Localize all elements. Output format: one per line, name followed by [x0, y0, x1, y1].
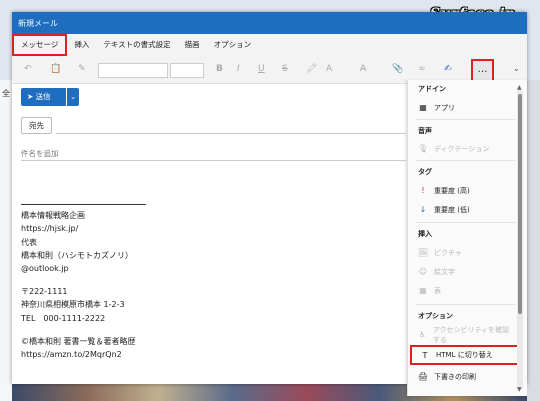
menu-scrollbar-thumb[interactable]	[518, 94, 522, 314]
menu-divider	[416, 160, 516, 161]
ribbon-tabs: メッセージ 挿入 テキストの書式設定 描画 オプション	[12, 34, 527, 56]
signature-role: 代表	[21, 238, 37, 247]
signature-company: 橋本情報戦略企画	[21, 211, 85, 220]
menu-item-label: 絵文字	[434, 267, 455, 276]
new-mail-window: 新規メール メッセージ 挿入 テキストの書式設定 描画 オプション ↶ 📋 ✎ …	[12, 12, 527, 396]
picture-icon: 🖼	[417, 248, 429, 257]
menu-item-picture[interactable]: 🖼 ピクチャ	[416, 245, 516, 260]
paste-icon[interactable]: 📋	[50, 64, 61, 74]
apps-icon: ▦	[419, 103, 427, 112]
menu-heading-insert: 挿入	[418, 230, 432, 238]
font-color-icon[interactable]: A	[326, 64, 332, 74]
subject-field-line	[21, 160, 406, 161]
menu-heading-voice: 音声	[418, 127, 432, 135]
menu-item-label: ピクチャ	[434, 248, 462, 257]
scroll-down-icon[interactable]: ▼	[517, 386, 522, 393]
link-icon[interactable]: ∞	[418, 64, 426, 74]
accessibility-icon: ♿	[418, 330, 427, 339]
menu-divider	[416, 119, 516, 120]
font-size-select[interactable]	[170, 63, 204, 78]
highlight-icon[interactable]: 🖍	[306, 64, 317, 74]
printer-icon: 🖨	[417, 372, 429, 381]
signature-name: 橋本和則（ハシモトカズノリ）	[21, 251, 133, 260]
text-format-icon: T	[422, 350, 428, 360]
menu-item-dictation[interactable]: 🎙 ディクテーション	[416, 141, 516, 156]
background-app-edge: 全	[0, 80, 12, 401]
menu-item-label: 重要度 (高)	[434, 186, 470, 195]
menu-item-importance-high[interactable]: ! 重要度 (高)	[416, 183, 516, 198]
signature-amazon-url: https://amzn.to/2MqrQn2	[21, 350, 122, 359]
menu-item-print-draft[interactable]: 🖨 下書きの印刷	[416, 369, 516, 384]
signature-postal: 〒222-1111	[21, 287, 68, 296]
tab-message[interactable]: メッセージ	[12, 34, 68, 56]
tab-options[interactable]: オプション	[207, 34, 259, 56]
italic-icon[interactable]: I	[237, 64, 240, 74]
menu-item-accessibility[interactable]: ♿ アクセシビリティを確認する	[416, 325, 516, 344]
send-label: 送信	[35, 92, 51, 101]
more-options-menu: アドイン ▦ アプリ 音声 🎙 ディクテーション タグ ! 重要度 (高) ↓ 重要度 …	[407, 80, 527, 396]
tab-text-format[interactable]: テキストの書式設定	[96, 34, 177, 56]
menu-divider	[416, 304, 516, 305]
microphone-icon: 🎙	[417, 144, 429, 153]
menu-heading-tags: タグ	[418, 168, 432, 176]
menu-heading-options: オプション	[418, 312, 453, 320]
menu-item-label: 表	[434, 286, 441, 295]
signature-url: https://hjsk.jp/	[21, 224, 79, 233]
down-arrow-icon: ↓	[419, 205, 427, 214]
menu-item-table[interactable]: ▦ 表	[416, 283, 516, 298]
font-name-select[interactable]	[98, 63, 168, 78]
menu-item-label: ディクテーション	[434, 144, 490, 153]
styles-icon[interactable]: A̶	[360, 64, 366, 74]
menu-item-switch-to-html[interactable]: T HTML に切り替え	[410, 345, 521, 365]
strikethrough-icon[interactable]: S	[282, 64, 288, 74]
underline-icon[interactable]: U	[258, 64, 265, 74]
menu-item-label: アクセシビリティを確認する	[432, 325, 510, 344]
bold-icon[interactable]: B	[216, 64, 223, 74]
to-field-line[interactable]	[56, 133, 406, 134]
undo-icon[interactable]: ↶	[24, 64, 32, 74]
subject-input[interactable]: 件名を追加	[21, 148, 59, 159]
menu-item-label: 下書きの印刷	[434, 372, 476, 381]
tab-insert[interactable]: 挿入	[67, 34, 96, 56]
menu-item-label: HTML に切り替え	[436, 351, 493, 359]
send-icon: ➤	[27, 92, 36, 101]
exclamation-icon: !	[421, 186, 425, 195]
signature-books: ©橋本和則 著書一覧＆著者略歴	[21, 337, 136, 346]
menu-item-importance-low[interactable]: ↓ 重要度 (低)	[416, 202, 516, 217]
menu-item-label: 重要度 (低)	[434, 205, 470, 214]
background-app-edge-right	[527, 80, 540, 401]
window-title: 新規メール	[12, 12, 527, 34]
emoji-icon: ☺	[418, 267, 428, 276]
menu-heading-addins: アドイン	[418, 85, 446, 93]
tab-draw[interactable]: 描画	[178, 34, 207, 56]
signature-email: @outlook.jp	[21, 264, 69, 273]
table-icon: ▦	[419, 286, 427, 295]
chevron-down-icon[interactable]: ⌄	[513, 64, 520, 73]
background-app-glyph: 全	[2, 89, 10, 98]
attach-icon[interactable]: 📎	[392, 64, 403, 74]
signature-tel: TEL 000-1111-2222	[21, 314, 106, 323]
menu-item-label: アプリ	[434, 103, 455, 112]
scroll-up-icon[interactable]: ▲	[517, 84, 522, 91]
menu-divider	[416, 222, 516, 223]
format-painter-icon[interactable]: ✎	[78, 64, 86, 74]
signature-divider	[21, 204, 146, 205]
menu-item-emoji[interactable]: ☺ 絵文字	[416, 264, 516, 279]
signature-icon[interactable]: ✍	[444, 64, 452, 74]
to-button[interactable]: 宛先	[21, 117, 52, 134]
send-button[interactable]: ➤ 送信	[21, 88, 66, 106]
signature-address: 神奈川県相模原市橋本 1-2-3	[21, 300, 125, 309]
menu-item-apps[interactable]: ▦ アプリ	[416, 100, 516, 115]
send-options-dropdown[interactable]: ⌄	[67, 88, 79, 106]
